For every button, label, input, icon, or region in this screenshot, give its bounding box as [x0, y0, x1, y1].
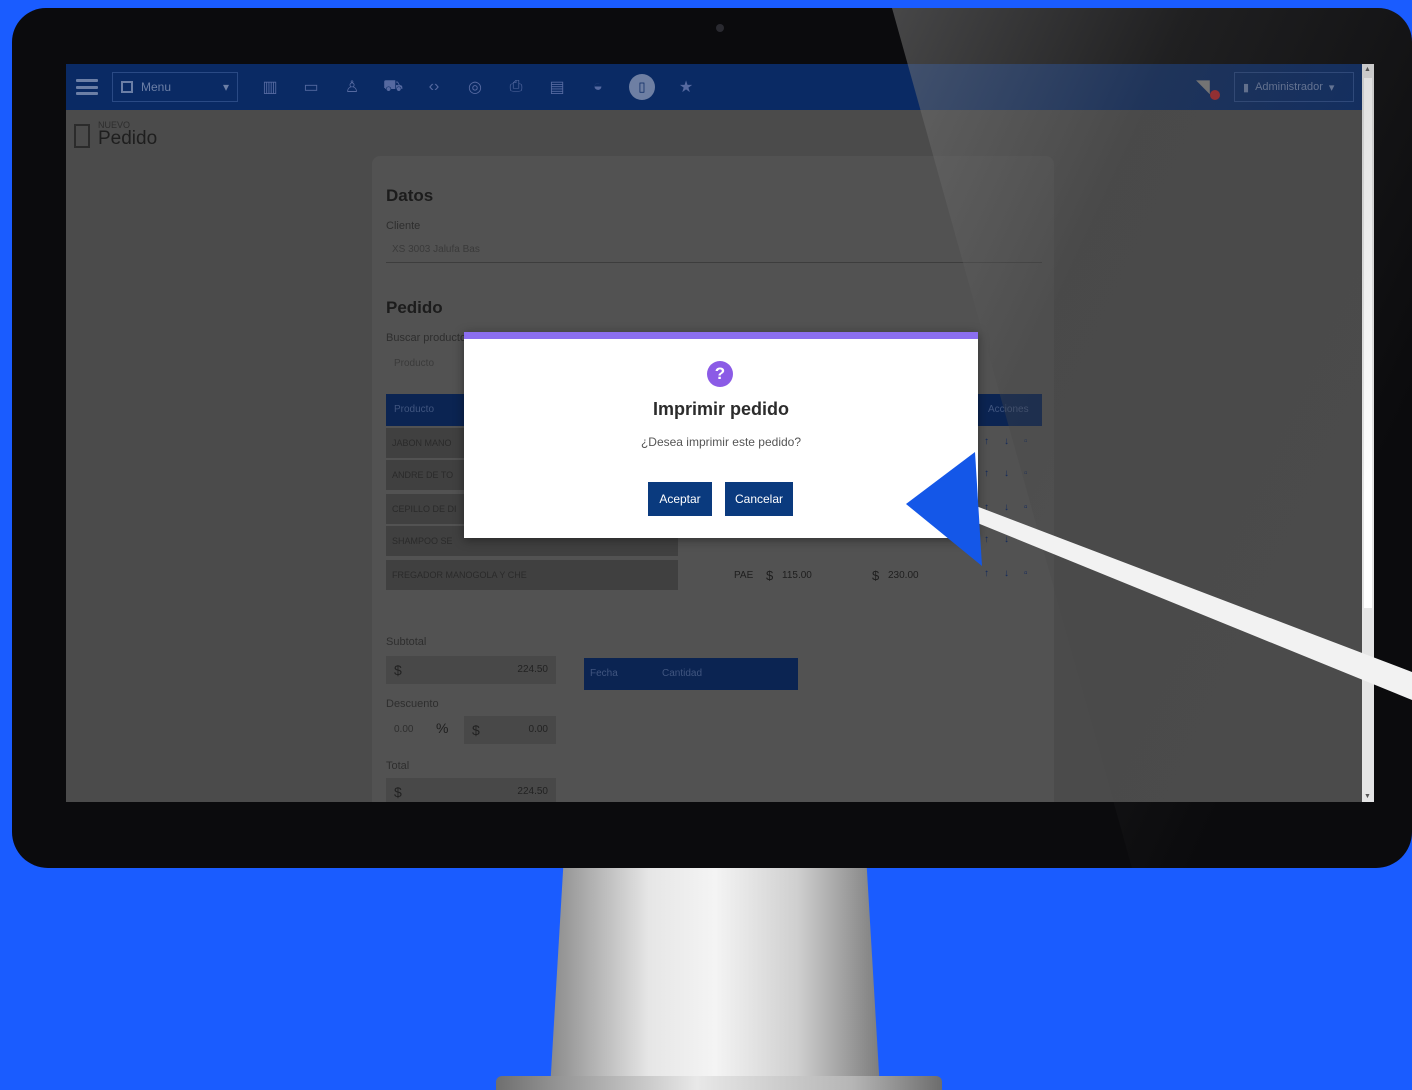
pointer-arrow-shaft [970, 506, 1412, 700]
pointer-arrow-head [906, 452, 982, 566]
pointer-arrow-icon [906, 452, 1412, 700]
